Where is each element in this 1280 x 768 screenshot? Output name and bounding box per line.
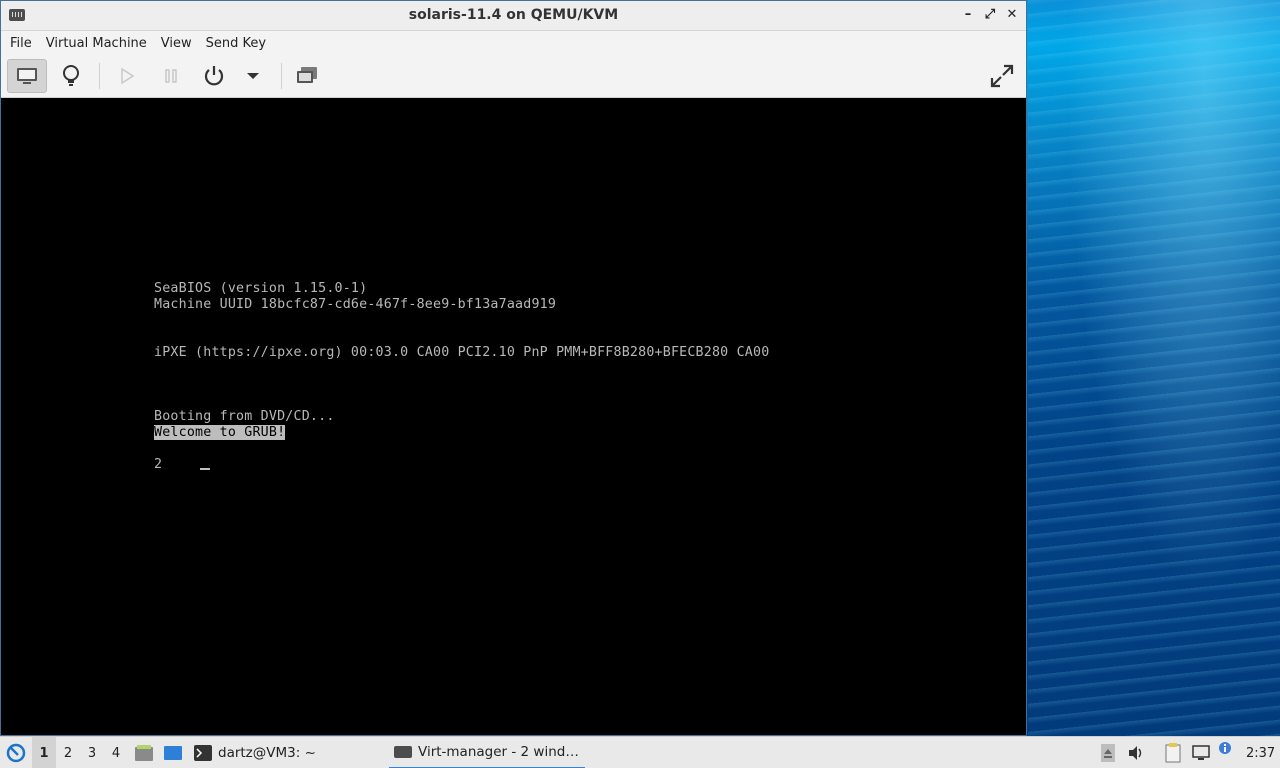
close-button[interactable]: ✕ [1004, 6, 1020, 24]
console-line: Booting from DVD/CD... [154, 409, 335, 424]
pause-icon [165, 69, 177, 83]
console-view-button[interactable] [7, 59, 47, 93]
clipboard-icon [1165, 743, 1181, 763]
workspace-4[interactable]: 4 [104, 737, 128, 768]
menu-bar: File Virtual Machine View Send Key [1, 31, 1026, 55]
virt-manager-icon [394, 746, 412, 758]
maximize-button[interactable]: ⤢ [982, 6, 998, 24]
console-line: 2 [154, 457, 163, 472]
tray-clipboard[interactable] [1162, 737, 1184, 768]
fullscreen-icon [990, 64, 1014, 88]
speaker-icon [1129, 746, 1142, 760]
network-icon [1192, 745, 1210, 760]
play-icon [121, 67, 135, 85]
info-icon [1219, 742, 1231, 754]
menu-file[interactable]: File [5, 36, 37, 51]
console-line-highlighted: Welcome to GRUB! [154, 425, 286, 440]
shutdown-button[interactable] [194, 59, 234, 93]
taskbar: 1 2 3 4 dartz@VM3: ~ Virt-manager - 2 wi… [0, 736, 1280, 768]
eject-icon [1101, 744, 1115, 762]
tray-eject[interactable] [1098, 737, 1118, 768]
workspace-3[interactable]: 3 [80, 737, 104, 768]
workspace-2[interactable]: 2 [56, 737, 80, 768]
folder-icon [135, 745, 153, 761]
window-title: solaris-11.4 on QEMU/KVM [408, 7, 619, 23]
task-label: dartz@VM3: ~ [218, 745, 316, 761]
fullscreen-button[interactable] [982, 59, 1022, 93]
clock[interactable]: 2:37 [1246, 737, 1275, 768]
text-cursor [200, 468, 210, 470]
grub-welcome-text: Welcome to GRUB! [154, 425, 286, 440]
screenshot-button[interactable] [287, 59, 327, 93]
show-desktop-launcher[interactable] [162, 737, 184, 768]
console-line: Machine UUID 18bcfc87-cd6e-467f-8ee9-bf1… [154, 297, 557, 312]
menu-virtual-machine[interactable]: Virtual Machine [41, 36, 152, 51]
terminal-icon [194, 745, 212, 761]
power-icon [204, 66, 224, 86]
menu-send-key[interactable]: Send Key [201, 36, 271, 51]
lightbulb-icon [63, 65, 79, 86]
start-menu-button[interactable] [4, 737, 28, 768]
task-label: Virt-manager - 2 wind… [418, 744, 579, 760]
task-terminal[interactable]: dartz@VM3: ~ [194, 737, 316, 768]
tray-notification[interactable] [1216, 737, 1234, 768]
screenshot-icon [297, 67, 317, 83]
monitor-icon [17, 68, 37, 84]
pause-button[interactable] [151, 59, 191, 93]
details-view-button[interactable] [51, 59, 91, 93]
console-line: SeaBIOS (version 1.15.0-1) [154, 281, 368, 296]
desktop-icon [164, 746, 182, 760]
menu-view[interactable]: View [156, 36, 197, 51]
workspace-1[interactable]: 1 [32, 737, 56, 768]
file-manager-launcher[interactable] [133, 737, 155, 768]
vm-console[interactable]: SeaBIOS (version 1.15.0-1) Machine UUID … [3, 98, 1026, 734]
virt-viewer-window[interactable]: solaris-11.4 on QEMU/KVM – ⤢ ✕ File Virt… [0, 0, 1027, 736]
dropdown-arrow-icon [247, 73, 259, 79]
minimize-button[interactable]: – [960, 6, 976, 24]
lxqt-logo-icon [6, 743, 26, 763]
tray-network[interactable] [1190, 737, 1212, 768]
desktop-wallpaper [1028, 0, 1280, 736]
console-line: iPXE (https://ipxe.org) 00:03.0 CA00 PCI… [154, 345, 770, 360]
tray-volume[interactable] [1126, 737, 1146, 768]
toolbar [1, 55, 1026, 98]
run-button[interactable] [107, 59, 147, 93]
shutdown-menu-button[interactable] [233, 59, 273, 93]
task-virt-manager[interactable]: Virt-manager - 2 wind… [389, 737, 585, 768]
title-bar[interactable]: solaris-11.4 on QEMU/KVM – ⤢ ✕ [1, 1, 1026, 31]
